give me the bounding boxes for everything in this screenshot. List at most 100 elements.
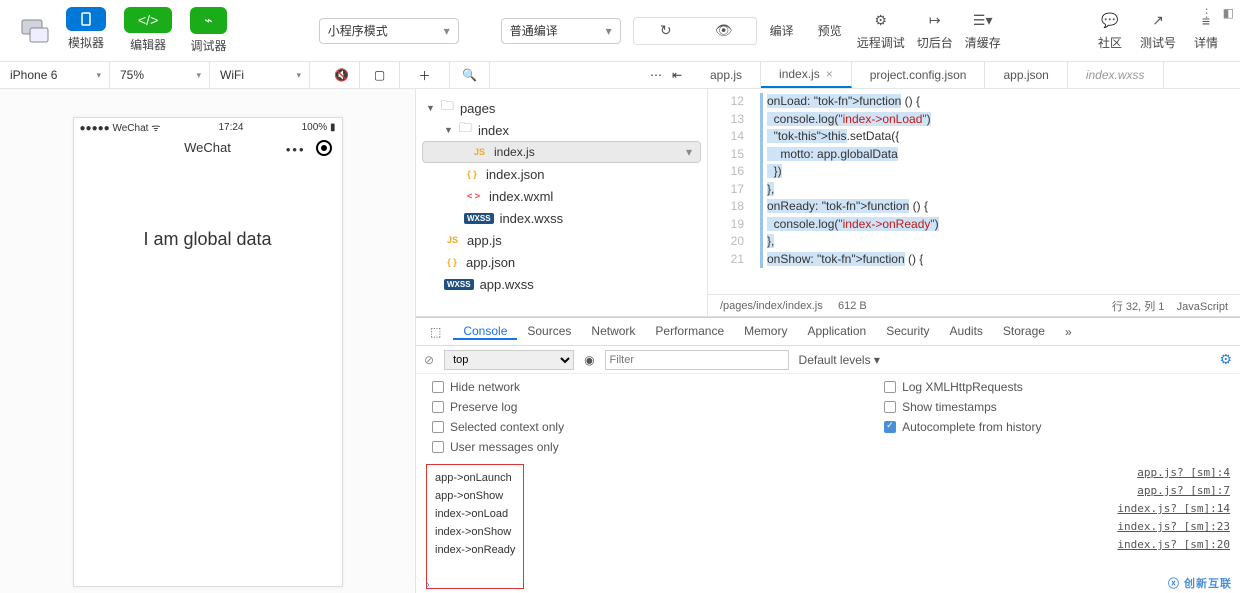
filter-input[interactable] <box>605 350 789 370</box>
collapse-icon[interactable]: ⇤ <box>672 68 682 82</box>
checkbox-icon[interactable] <box>432 401 444 413</box>
simulator-toggle[interactable]: 模拟器 <box>66 7 106 54</box>
checkbox-icon[interactable] <box>432 421 444 433</box>
editor-status-bar: /pages/index/index.js 612 B 行 32, 列 1 Ja… <box>708 294 1240 316</box>
file-tab[interactable]: index.js× <box>761 62 852 88</box>
preview-label: 预览 <box>815 22 845 39</box>
layout-icon[interactable]: ▢ <box>374 68 385 82</box>
overflow-icon[interactable]: » <box>1059 325 1078 339</box>
bug-outline-icon: ⚙ <box>863 11 899 31</box>
device-select[interactable]: iPhone 6 <box>0 62 110 88</box>
bug-icon: ⌁ <box>190 7 226 34</box>
file-tab[interactable]: index.wxss <box>1068 62 1164 88</box>
file-item[interactable]: { }app.json <box>416 251 707 273</box>
checkbox-icon[interactable] <box>432 441 444 453</box>
devtools-tab[interactable]: Security <box>876 324 939 338</box>
file-item[interactable]: WXSSapp.wxss <box>416 273 707 295</box>
console-log-line: index->onLoad <box>435 505 515 523</box>
file-item[interactable]: WXSSindex.wxss <box>416 207 707 229</box>
folder-index[interactable]: ▼🗀index <box>416 119 707 141</box>
capsule-close-icon[interactable] <box>316 140 332 156</box>
devtools-tab[interactable]: Application <box>797 324 876 338</box>
zoom-select[interactable]: 75% <box>110 62 210 88</box>
console-option[interactable]: User messages only <box>432 440 564 454</box>
file-item[interactable]: JSapp.js <box>416 229 707 251</box>
clear-console-icon[interactable]: ⊘ <box>424 353 434 367</box>
devtools-menu-icon[interactable]: ⋮ <box>1201 6 1213 20</box>
community-button[interactable]: 💬社区 <box>1092 11 1128 51</box>
code-body[interactable]: onLoad: "tok-fn">function () { console.l… <box>752 89 1240 294</box>
close-icon[interactable]: × <box>826 67 833 81</box>
console-log-line: index->onReady <box>435 541 515 559</box>
devtools-panel: ⬚ ConsoleSourcesNetworkPerformanceMemory… <box>416 317 1240 593</box>
background-button[interactable]: ↦切后台 <box>917 11 953 51</box>
mode-select[interactable]: 小程序模式 <box>319 18 459 44</box>
console-option[interactable]: Log XMLHttpRequests <box>884 380 1041 394</box>
remote-debug-button[interactable]: ⚙远程调试 <box>857 11 905 51</box>
dock-icon[interactable]: ◧ <box>1223 6 1234 20</box>
source-link[interactable]: app.js? [sm]:4 <box>1117 464 1230 482</box>
devtools-tab-bar: ⬚ ConsoleSourcesNetworkPerformanceMemory… <box>416 318 1240 346</box>
source-link[interactable]: index.js? [sm]:20 <box>1117 536 1230 554</box>
editor-toggle[interactable]: </> 编辑器 <box>124 7 172 54</box>
body-text: I am global data <box>143 229 271 249</box>
console-option[interactable]: Show timestamps <box>884 400 1041 414</box>
wifi-icon: ᯤ <box>151 123 160 134</box>
devtools-tab[interactable]: Console <box>453 324 517 340</box>
code-editor[interactable]: 12131415161718192021 onLoad: "tok-fn">fu… <box>708 89 1240 316</box>
console-option[interactable]: Preserve log <box>432 400 564 414</box>
filter-toggle-icon[interactable]: ◉ <box>584 353 594 367</box>
search-icon[interactable]: 🔍 <box>462 68 477 82</box>
new-file-icon[interactable]: ＋ <box>418 67 430 84</box>
line-gutter: 12131415161718192021 <box>708 89 752 294</box>
console-prompt-icon[interactable]: › <box>426 579 430 591</box>
file-tab[interactable]: project.config.json <box>852 62 986 88</box>
test-id-button[interactable]: ↗测试号 <box>1140 11 1176 51</box>
checkbox-icon[interactable] <box>432 381 444 393</box>
checkbox-icon[interactable] <box>884 421 896 433</box>
mute-icon[interactable]: 🔇 <box>334 68 349 82</box>
source-link[interactable]: app.js? [sm]:7 <box>1117 482 1230 500</box>
folder-pages[interactable]: ▼🗀pages <box>416 97 707 119</box>
eye-icon: 👁 <box>706 21 742 41</box>
devtools-tab[interactable]: Storage <box>993 324 1055 338</box>
phone-body: I am global data <box>74 159 342 250</box>
console-log-line: app->onShow <box>435 487 515 505</box>
console-option[interactable]: Selected context only <box>432 420 564 434</box>
clear-cache-button[interactable]: ☰▾清缓存 <box>965 11 1001 51</box>
file-item[interactable]: < >index.wxml <box>416 185 707 207</box>
compile-button[interactable]: ↻ <box>648 21 684 41</box>
preview-button[interactable]: 👁 <box>706 21 742 41</box>
compile-select[interactable]: 普通编译 <box>501 18 621 44</box>
more-icon[interactable]: ⋯ <box>650 68 662 82</box>
levels-select[interactable]: Default levels ▾ <box>799 353 880 367</box>
page-title: WeChat <box>184 140 231 155</box>
source-link[interactable]: index.js? [sm]:23 <box>1117 518 1230 536</box>
file-tab[interactable]: app.json <box>985 62 1067 88</box>
devtools-tab[interactable]: Performance <box>645 324 734 338</box>
context-select[interactable]: top <box>444 350 574 370</box>
console-option[interactable]: Hide network <box>432 380 564 394</box>
file-item[interactable]: { }index.json <box>416 163 707 185</box>
log-highlight-box: app->onLaunchapp->onShowindex->onLoadind… <box>426 464 524 589</box>
devtools-tab[interactable]: Network <box>581 324 645 338</box>
devtools-tab[interactable]: Audits <box>940 324 993 338</box>
phone-frame: ●●●●● WeChat ᯤ 17:24 100% ▮ WeChat ••• I… <box>73 117 343 587</box>
console-option[interactable]: Autocomplete from history <box>884 420 1041 434</box>
capsule-menu-icon[interactable]: ••• <box>286 142 306 157</box>
file-tab[interactable]: app.js <box>692 62 761 88</box>
checkbox-icon[interactable] <box>884 381 896 393</box>
checkbox-icon[interactable] <box>884 401 896 413</box>
file-explorer: ▼🗀pages ▼🗀index JSindex.js{ }index.json<… <box>416 89 708 316</box>
code-icon: </> <box>124 7 172 33</box>
devtools-tab[interactable]: Sources <box>517 324 581 338</box>
battery-icon: ▮ <box>330 122 336 133</box>
network-select[interactable]: WiFi <box>210 62 310 88</box>
console-output: app->onLaunchapp->onShowindex->onLoadind… <box>416 460 1240 593</box>
source-link[interactable]: index.js? [sm]:14 <box>1117 500 1230 518</box>
inspect-icon[interactable]: ⬚ <box>422 325 449 339</box>
file-item[interactable]: JSindex.js <box>422 141 701 163</box>
devtools-tab[interactable]: Memory <box>734 324 797 338</box>
debugger-toggle[interactable]: ⌁ 调试器 <box>190 7 226 54</box>
console-settings-icon[interactable]: ⚙ <box>1219 351 1232 368</box>
